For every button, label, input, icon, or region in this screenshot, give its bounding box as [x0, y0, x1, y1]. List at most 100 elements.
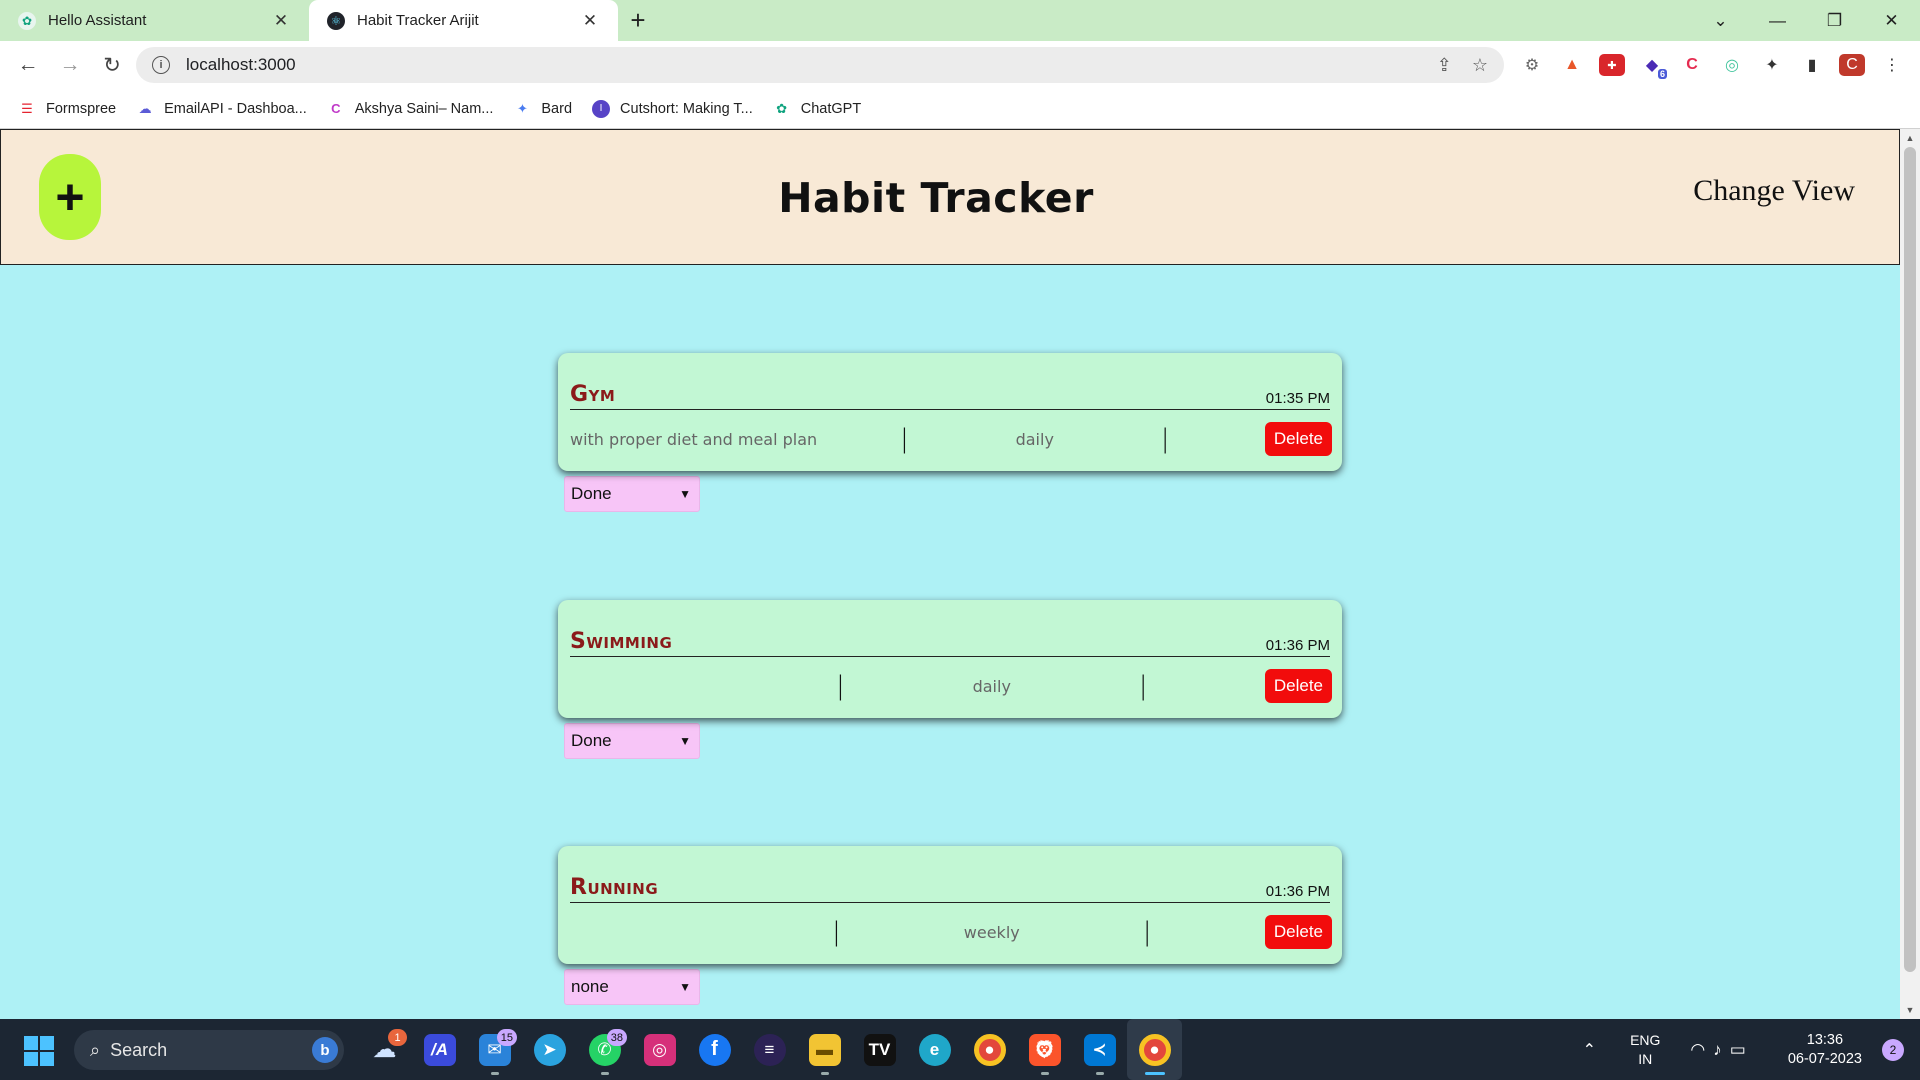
separator: | — [832, 917, 841, 947]
close-tab-icon[interactable]: ✕ — [271, 11, 291, 31]
tradingview-app[interactable]: TV — [852, 1019, 907, 1080]
delete-button[interactable]: Delete — [1264, 422, 1332, 456]
network-volume-battery-icons[interactable]: ◠♪▭ — [1690, 1040, 1753, 1060]
chrome-profile-app[interactable]: ● — [1127, 1019, 1182, 1080]
chevron-down-icon: ▼ — [679, 980, 691, 994]
facebook-icon: f — [698, 1033, 731, 1066]
clock[interactable]: 13:36 06-07-2023 — [1788, 1031, 1862, 1069]
circle-extension-icon[interactable]: ◎ — [1719, 54, 1745, 76]
chevron-down-icon: ▼ — [679, 487, 691, 501]
notification-badge[interactable]: 2 — [1882, 1038, 1904, 1061]
bookmark-bard[interactable]: ✦ Bard — [513, 100, 572, 118]
reload-icon[interactable]: ↻ — [92, 45, 132, 85]
scroll-up-icon[interactable]: ▲ — [1900, 133, 1920, 143]
badge: 15 — [496, 1029, 517, 1046]
brave-app[interactable]: 🦁︎ — [1017, 1019, 1072, 1080]
status-select[interactable]: none ▼ — [564, 969, 700, 1005]
bookmark-star-icon[interactable]: ☆ — [1472, 55, 1488, 76]
habit-item: Running 01:36 PM | weekly | Delete none … — [558, 846, 1342, 1005]
badge: 38 — [606, 1029, 627, 1046]
separator: | — [900, 424, 909, 454]
language-indicator[interactable]: ENG IN — [1630, 1031, 1660, 1069]
facebook-app[interactable]: f — [687, 1019, 742, 1080]
running-indicator — [600, 1072, 609, 1075]
running-indicator — [490, 1072, 499, 1075]
scrollbar-thumb[interactable] — [1904, 147, 1916, 972]
clock-date: 06-07-2023 — [1787, 1050, 1862, 1067]
tab-search-icon[interactable]: ⌄ — [1692, 0, 1749, 41]
weather-app[interactable]: ☁ 1 — [357, 1019, 412, 1080]
bookmark-akshya[interactable]: C Akshya Saini– Nam... — [327, 100, 493, 118]
running-indicator — [1095, 1072, 1104, 1075]
habit-card-header: Running 01:36 PM — [570, 872, 1330, 903]
chrome-app[interactable]: ● — [962, 1019, 1017, 1080]
page-scrollbar[interactable]: ▲ ▼ — [1900, 129, 1920, 1019]
red-extension-icon[interactable]: ✚ — [1599, 54, 1625, 76]
close-window-icon[interactable]: ✕ — [1863, 0, 1920, 41]
back-icon[interactable]: ← — [8, 45, 48, 85]
mail-app[interactable]: ✉ 15 — [467, 1019, 522, 1080]
tab-title: Hello Assistant — [48, 12, 147, 29]
address-bar[interactable]: i localhost:3000 ⇪ ☆ — [136, 47, 1504, 83]
bing-icon[interactable]: b — [312, 1037, 338, 1063]
restore-icon[interactable]: ❐ — [1806, 0, 1863, 41]
habit-time: 01:35 PM — [1265, 390, 1330, 407]
status-select[interactable]: Done ▼ — [564, 723, 700, 759]
puzzle-extensions-icon[interactable]: ✦ — [1759, 54, 1785, 76]
windows-start-icon[interactable] — [24, 1036, 54, 1066]
share-icon[interactable]: ⇪ — [1437, 55, 1452, 76]
habit-name: Swimming — [570, 629, 673, 654]
scroll-down-icon[interactable]: ▼ — [1900, 1005, 1920, 1015]
chevron-up-icon[interactable]: ⌃ — [1583, 1040, 1596, 1060]
taskbar-search[interactable]: ⌕ Search b — [74, 1030, 344, 1070]
bookmark-cutshort[interactable]: I Cutshort: Making T... — [592, 99, 753, 118]
whatsapp-app[interactable]: ✆ 38 — [577, 1019, 632, 1080]
bookmark-chatgpt[interactable]: ✿ ChatGPT — [773, 100, 861, 118]
profile-avatar[interactable]: C — [1839, 54, 1865, 76]
delete-button[interactable]: Delete — [1264, 669, 1332, 703]
page-title: Habit Tracker — [778, 174, 1094, 222]
badge: 1 — [388, 1029, 407, 1046]
instagram-app[interactable]: ◎ — [632, 1019, 687, 1080]
minimize-icon[interactable]: — — [1749, 0, 1806, 41]
vscode-app[interactable]: ≺ — [1072, 1019, 1127, 1080]
colorzilla-extension-icon[interactable]: C — [1679, 54, 1705, 76]
bookmark-formspree[interactable]: ☰ Formspree — [18, 100, 116, 118]
edge-app[interactable]: e — [907, 1019, 962, 1080]
habit-card-header: Gym 01:35 PM — [570, 379, 1330, 410]
forward-icon[interactable]: → — [50, 45, 90, 85]
eclipse-app[interactable]: ≡ — [742, 1019, 797, 1080]
azure-icon: /A — [423, 1033, 456, 1066]
chrome-profile-icon: ● — [1138, 1033, 1171, 1066]
side-panel-icon[interactable]: ▮ — [1799, 54, 1825, 76]
lighthouse-extension-icon[interactable]: ▲ — [1559, 54, 1585, 76]
close-tab-icon[interactable]: ✕ — [580, 11, 600, 31]
telegram-app[interactable]: ➤ — [522, 1019, 577, 1080]
habit-time: 01:36 PM — [1265, 637, 1330, 654]
azure-app[interactable]: /A — [412, 1019, 467, 1080]
settings-extension-icon[interactable]: ⚙ — [1519, 54, 1545, 76]
tradingview-icon: TV — [863, 1033, 896, 1066]
tab-habit-tracker[interactable]: ⚛ Habit Tracker Arijit ✕ — [309, 0, 618, 41]
menu-kebab-icon[interactable]: ⋮ — [1879, 54, 1905, 76]
new-tab-button[interactable]: + — [618, 0, 658, 41]
habit-card: Running 01:36 PM | weekly | Delete — [558, 846, 1342, 964]
habit-card-details: | weekly | Delete — [570, 912, 1332, 952]
status-select[interactable]: Done ▼ — [564, 476, 700, 512]
habit-name: Running — [570, 875, 659, 900]
habit-item: Gym 01:35 PM with proper diet and meal p… — [558, 353, 1342, 512]
file-explorer-app[interactable]: ▬ — [797, 1019, 852, 1080]
window-controls: ⌄ — ❐ ✕ — [1692, 0, 1920, 41]
delete-button[interactable]: Delete — [1264, 915, 1332, 949]
running-indicator — [1144, 1072, 1165, 1075]
bookmark-label: Bard — [541, 100, 573, 117]
c-logo-icon: C — [331, 101, 341, 116]
change-view-button[interactable]: Change View — [1693, 174, 1855, 208]
clock-time: 13:36 — [1806, 1031, 1844, 1048]
extensions-area: ⚙ ▲ ✚ ◆ 6 C ◎ ✦ ▮ C ⋮ — [1512, 41, 1912, 89]
bookmark-emailapi[interactable]: ☁ EmailAPI - Dashboa... — [136, 100, 307, 118]
graduation-extension-icon[interactable]: ◆ 6 — [1639, 54, 1667, 79]
instagram-icon: ◎ — [643, 1033, 676, 1066]
tab-hello-assistant[interactable]: ✿ Hello Assistant ✕ — [0, 0, 309, 41]
site-info-icon[interactable]: i — [152, 56, 170, 74]
